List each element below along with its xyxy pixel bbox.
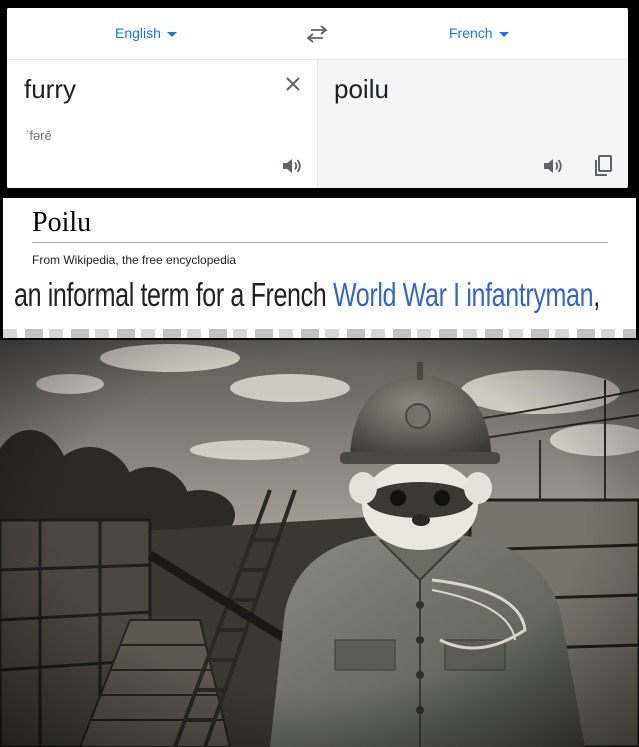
target-language-select[interactable]: French xyxy=(449,25,509,41)
chevron-down-icon xyxy=(166,31,177,37)
ferret-soldier-photo xyxy=(0,340,639,747)
copy-icon[interactable] xyxy=(592,154,614,178)
target-language-label: French xyxy=(449,25,493,41)
swap-languages-icon[interactable] xyxy=(306,24,328,44)
page-subtitle: From Wikipedia, the free encyclopedia xyxy=(32,253,237,267)
language-bar: English French xyxy=(7,8,628,60)
wikipedia-excerpt: Poilu From Wikipedia, the free encyclope… xyxy=(3,198,636,338)
vignette-overlay xyxy=(0,340,639,747)
source-language-label: English xyxy=(115,25,161,41)
translate-widget: English French furry ˈfərē poilu xyxy=(7,8,628,188)
chevron-down-icon xyxy=(498,31,509,37)
cropped-text-edge xyxy=(3,329,636,338)
speaker-icon[interactable] xyxy=(542,156,564,176)
translated-text: poilu xyxy=(334,74,389,104)
speaker-icon[interactable] xyxy=(281,156,303,176)
clear-icon[interactable] xyxy=(283,74,303,94)
definition-text: an informal term for a French xyxy=(14,276,333,313)
infantryman-link[interactable]: World War I infantryman xyxy=(333,276,594,313)
definition-line: an informal term for a French World War … xyxy=(14,276,600,314)
source-language-select[interactable]: English xyxy=(115,25,177,41)
phonetic-spelling: ˈfərē xyxy=(25,128,52,143)
target-pane: poilu xyxy=(317,60,628,188)
page-title: Poilu xyxy=(32,207,608,243)
definition-punctuation: , xyxy=(593,276,600,313)
source-text-input[interactable]: furry xyxy=(24,74,76,105)
source-pane: furry ˈfərē xyxy=(7,60,317,188)
